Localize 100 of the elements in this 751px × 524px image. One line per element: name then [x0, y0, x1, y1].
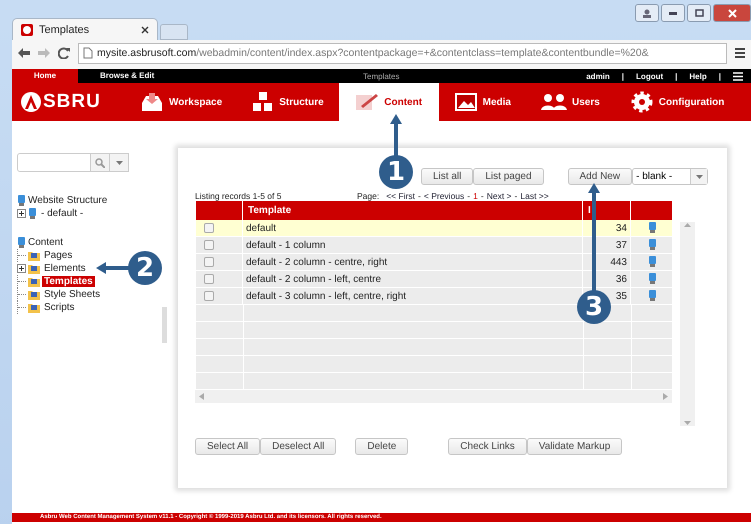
- pager-link[interactable]: 1: [473, 190, 478, 200]
- caret-icon: [696, 174, 703, 178]
- action-button[interactable]: Select All: [195, 438, 260, 455]
- action-button[interactable]: Validate Markup: [526, 438, 622, 455]
- separator: -: [480, 190, 484, 200]
- computer-icon[interactable]: [648, 273, 657, 285]
- table-cell[interactable]: default: [242, 220, 582, 237]
- pager-link[interactable]: < Previous: [424, 190, 464, 200]
- right-arrow-icon[interactable]: [663, 393, 668, 400]
- reload-icon[interactable]: [58, 47, 70, 59]
- action-button[interactable]: Check Links: [448, 438, 527, 455]
- computer-icon: [17, 194, 26, 206]
- dropdown-button[interactable]: [110, 153, 129, 172]
- search-field[interactable]: [17, 153, 91, 172]
- row-checkbox[interactable]: [204, 274, 214, 284]
- row-checkbox[interactable]: [204, 223, 214, 233]
- vertical-scrollbar[interactable]: [680, 222, 695, 426]
- listing-count: Listing records 1-5 of 5: [195, 190, 282, 200]
- arrow-icon: [390, 114, 402, 158]
- user-button[interactable]: [635, 4, 659, 22]
- top-link[interactable]: Help: [689, 72, 707, 80]
- close-icon: [728, 8, 736, 18]
- tree-item[interactable]: Style Sheets: [42, 289, 102, 300]
- close-button[interactable]: [713, 4, 751, 22]
- nav-tab[interactable]: Structure: [237, 83, 339, 121]
- template-select[interactable]: - blank -: [632, 168, 708, 185]
- list-button[interactable]: List paged: [473, 168, 544, 185]
- inbox-icon: [140, 91, 164, 113]
- user-name[interactable]: admin: [586, 72, 610, 80]
- tree-item[interactable]: Website Structure: [28, 195, 108, 206]
- tree-item[interactable]: Content: [28, 237, 64, 248]
- tree-item[interactable]: Elements: [42, 263, 88, 274]
- search-icon: [95, 158, 105, 168]
- computer-icon[interactable]: [648, 222, 657, 234]
- computer-icon[interactable]: [648, 239, 657, 251]
- caret-icon: [116, 160, 122, 164]
- horizontal-scrollbar[interactable]: [195, 390, 672, 403]
- table-cell[interactable]: default - 2 column - left, centre: [242, 271, 582, 288]
- nav-tab[interactable]: Configuration: [614, 83, 740, 121]
- users-icon: [540, 93, 567, 111]
- table-cell[interactable]: default - 2 column - centre, right: [242, 254, 582, 271]
- top-link[interactable]: Logout: [636, 72, 664, 80]
- computer-icon[interactable]: [648, 256, 657, 268]
- back-icon[interactable]: [18, 48, 30, 58]
- expand-icon[interactable]: [17, 209, 26, 218]
- menu-icon[interactable]: [735, 48, 745, 58]
- left-arrow-icon[interactable]: [199, 393, 204, 400]
- row-checkbox[interactable]: [204, 291, 214, 301]
- table-cell: 37: [582, 237, 630, 254]
- pager-link[interactable]: Next >: [486, 190, 512, 200]
- close-icon[interactable]: [141, 26, 149, 34]
- pager-link[interactable]: Last >>: [520, 190, 549, 200]
- action-button[interactable]: Delete: [355, 438, 408, 455]
- list-button[interactable]: List all: [421, 168, 474, 185]
- tree-item[interactable]: - default -: [39, 208, 86, 219]
- nav-tab[interactable]: Users: [526, 83, 615, 121]
- up-arrow-icon[interactable]: [684, 222, 691, 228]
- tree-item[interactable]: Scripts: [42, 302, 77, 313]
- add-new-button[interactable]: Add New: [568, 168, 632, 185]
- tree-item[interactable]: Templates: [42, 276, 95, 287]
- column-header[interactable]: Template: [242, 201, 582, 220]
- folder-icon: [28, 250, 40, 261]
- down-arrow-icon[interactable]: [684, 420, 691, 426]
- top-menu-item[interactable]: Home: [12, 69, 78, 83]
- top-menu-item[interactable]: Browse & Edit: [78, 69, 176, 83]
- separator: |: [718, 72, 721, 80]
- cubes-icon: [252, 91, 274, 113]
- table-cell[interactable]: default - 1 column: [242, 237, 582, 254]
- expand-icon[interactable]: [17, 264, 26, 273]
- separator: |: [675, 72, 678, 80]
- computer-icon: [17, 236, 26, 248]
- address-bar[interactable]: mysite.asbrusoft.com/webadmin/content/index.aspx?contentpackage=+&contentclass=template&contentbundle=%20&: [78, 42, 727, 64]
- nav-tab[interactable]: Media: [438, 83, 526, 121]
- person-icon: [643, 8, 651, 18]
- page-icon: [83, 47, 93, 59]
- pager-link[interactable]: << First: [386, 190, 416, 200]
- search-button[interactable]: [91, 153, 110, 172]
- separator: -: [514, 190, 518, 200]
- gear-icon: [630, 90, 654, 114]
- table-cell: 34: [582, 220, 630, 237]
- computer-icon[interactable]: [648, 290, 657, 302]
- nav-tab[interactable]: Content: [338, 83, 439, 121]
- browser-tab[interactable]: Templates: [12, 18, 158, 40]
- table-cell: 443: [582, 254, 630, 271]
- column-header[interactable]: I: [582, 201, 630, 220]
- maximize-button[interactable]: [687, 4, 711, 22]
- image-icon: [454, 92, 478, 112]
- row-checkbox[interactable]: [204, 257, 214, 267]
- folder-icon: [28, 276, 40, 287]
- row-checkbox[interactable]: [204, 240, 214, 250]
- tree-item[interactable]: Pages: [42, 250, 74, 261]
- pen-icon: [355, 92, 380, 112]
- arrow-icon: [96, 262, 130, 274]
- folder-icon: [28, 289, 40, 300]
- nav-tab[interactable]: Workspace: [125, 83, 238, 121]
- table-cell[interactable]: default - 3 column - left, centre, right: [242, 288, 582, 305]
- action-button[interactable]: Deselect All: [260, 438, 336, 455]
- minimize-button[interactable]: [661, 4, 685, 22]
- logo-text: SBRU: [43, 91, 101, 113]
- separator: -: [418, 190, 421, 200]
